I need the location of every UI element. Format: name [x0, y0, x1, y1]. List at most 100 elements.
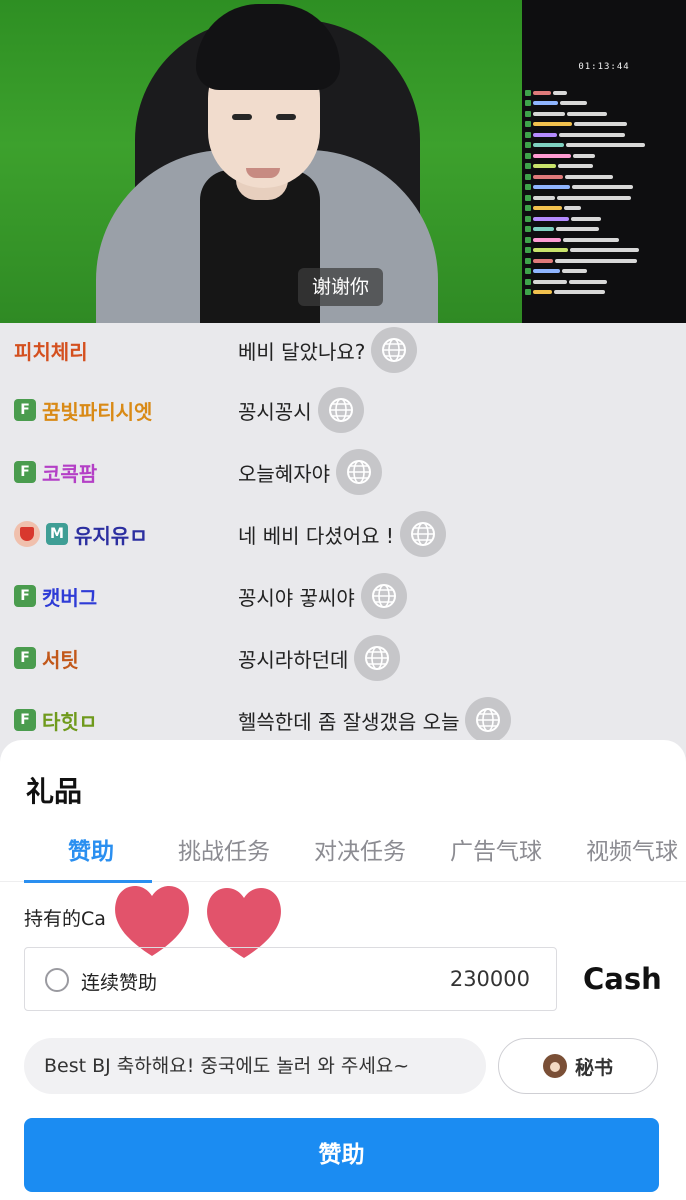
stream-chat-user — [533, 206, 562, 210]
chat-username[interactable]: 코콕팜 — [42, 458, 97, 487]
stream-chat-text — [557, 195, 631, 200]
stream-chat-line — [525, 183, 633, 192]
chat-message-text: 네 베비 다셨어요 ! — [238, 523, 394, 548]
chat-message-row: F 타힛ㅁ 헬쓱한데 좀 잘생갰음 오늘 — [0, 695, 686, 745]
chat-message: 네 베비 다셨어요 ! — [238, 509, 446, 559]
stream-chat-user — [533, 258, 553, 263]
stream-chat-badge — [525, 194, 531, 201]
chat-message-row: F 캣버그 꽁시야 꿓씨야 — [0, 571, 686, 621]
stream-chat-text — [567, 111, 607, 116]
tab-challenge-mission[interactable]: 挑战任务 — [178, 832, 270, 866]
stream-chat-badge — [525, 152, 531, 159]
stream-chat-user — [533, 279, 567, 284]
chat-message-text: 헬쓱한데 좀 잘생갰음 오늘 — [238, 709, 460, 734]
fan-badge: F — [14, 461, 36, 483]
stream-chat-user — [533, 269, 560, 273]
stream-chat-line — [525, 109, 607, 118]
stream-video[interactable]: 谢谢你 — [0, 0, 522, 323]
amount-value[interactable]: 230000 — [450, 967, 530, 991]
message-input[interactable]: Best BJ 축하해요! 중국에도 놀러 와 주세요~ — [24, 1038, 486, 1094]
stream-chat-line — [525, 288, 605, 297]
amount-field[interactable]: 连续赞助 230000 — [24, 947, 557, 1011]
stream-clock: 01:13:44 — [578, 62, 630, 72]
chat-user[interactable]: 피치체리 — [14, 325, 88, 375]
chat-user[interactable]: F 캣버그 — [14, 571, 97, 621]
stream-chat-text — [565, 174, 613, 179]
continuous-sponsor-radio[interactable] — [45, 968, 69, 992]
stream-chat-badge — [525, 215, 531, 222]
stream-chat-user — [533, 101, 558, 105]
chat-username[interactable]: 서팃 — [42, 644, 79, 673]
chat-username[interactable]: 캣버그 — [42, 582, 97, 611]
gift-tabs: 赞助 挑战任务 对决任务 广告气球 视频气球 — [0, 820, 686, 882]
manager-badge: M — [46, 523, 68, 545]
heart-icon — [115, 885, 189, 956]
stream-chat-badge — [525, 226, 531, 232]
fan-badge: F — [14, 647, 36, 669]
stream-chat-line — [525, 172, 613, 181]
fan-badge: F — [14, 399, 36, 421]
stream-chat-user — [533, 185, 570, 189]
stream-chat-text — [559, 132, 625, 137]
chat-user[interactable]: F 꿈빛파티시엣 — [14, 385, 152, 435]
stream-chat-user — [533, 122, 572, 126]
stream-chat-badge — [525, 121, 531, 127]
translate-button[interactable] — [399, 511, 446, 557]
translate-button[interactable] — [354, 635, 401, 681]
chat-username[interactable]: 꿈빛파티시엣 — [42, 396, 152, 425]
stream-chat-badge — [525, 247, 531, 253]
chat-message-text: 꽁시꽁시 — [238, 399, 312, 424]
chat-message: 베비 달았나요? — [238, 325, 418, 375]
translate-button[interactable] — [465, 697, 512, 743]
streamer-mouth — [246, 168, 280, 178]
secretary-avatar-icon — [542, 1054, 567, 1078]
stream-chat-user — [533, 153, 571, 158]
tab-ad-balloon[interactable]: 广告气球 — [450, 832, 542, 866]
tab-battle-mission[interactable]: 对决任务 — [314, 832, 406, 866]
stream-chat-user — [533, 195, 555, 200]
screen: 谢谢你 01:13:44 피치체리 베비 달았나요? F 꿈빛파티시엣 꽁시꽁시 F 코콕팜… — [0, 0, 686, 1200]
chat-user[interactable]: F 서팃 — [14, 633, 79, 683]
globe-icon — [371, 584, 396, 608]
vip-badge-icon — [14, 521, 40, 547]
chat-username[interactable]: 타힛ㅁ — [42, 706, 97, 735]
translate-button[interactable] — [336, 449, 382, 495]
stream-chat-user — [533, 290, 552, 294]
stream-chat-text — [572, 185, 633, 189]
stream-chat-badge — [525, 278, 531, 285]
stream-chat-badge — [525, 236, 531, 243]
chat-message: 헬쓱한데 좀 잘생갰음 오늘 — [238, 695, 512, 745]
globe-icon — [410, 522, 435, 546]
chat-message-text: 꽁시야 꿓씨야 — [238, 585, 355, 610]
chat-user[interactable]: F 타힛ㅁ — [14, 695, 97, 745]
owned-cash-label: 持有的Ca — [24, 908, 106, 930]
secretary-button[interactable]: 秘书 — [498, 1038, 658, 1094]
translate-button[interactable] — [317, 387, 364, 433]
translate-button[interactable] — [360, 573, 407, 619]
stream-chat-user — [533, 132, 557, 137]
chat-username[interactable]: 피치체리 — [14, 336, 88, 365]
stream-chat-badge — [525, 110, 531, 117]
currency-label: Cash — [583, 962, 662, 996]
stream-chat-user — [533, 164, 556, 168]
chat-user[interactable]: M 유지유ㅁ — [14, 509, 148, 559]
chat-user[interactable]: F 코콕팜 — [14, 447, 97, 497]
stream-chat-user — [533, 248, 568, 252]
stream-chat-badge — [525, 205, 531, 211]
translate-button[interactable] — [371, 327, 418, 373]
stream-chat-text — [569, 279, 607, 284]
stream-chat-text — [563, 237, 619, 242]
stream-chat-text — [560, 101, 587, 105]
chat-username[interactable]: 유지유ㅁ — [74, 520, 148, 549]
tab-sponsor[interactable]: 赞助 — [68, 832, 114, 866]
tab-video-balloon[interactable]: 视频气球 — [586, 832, 678, 866]
globe-icon — [476, 708, 501, 732]
stream-chat-line — [525, 235, 619, 244]
chat-message: 꽁시라하던데 — [238, 633, 401, 683]
stream-chat-user — [533, 237, 561, 242]
globe-icon — [328, 398, 353, 422]
stream-chat-user — [533, 216, 569, 221]
sponsor-button[interactable]: 赞助 — [24, 1118, 659, 1192]
stream-chat-badge — [525, 289, 531, 295]
stream-chat-badge — [525, 142, 531, 148]
